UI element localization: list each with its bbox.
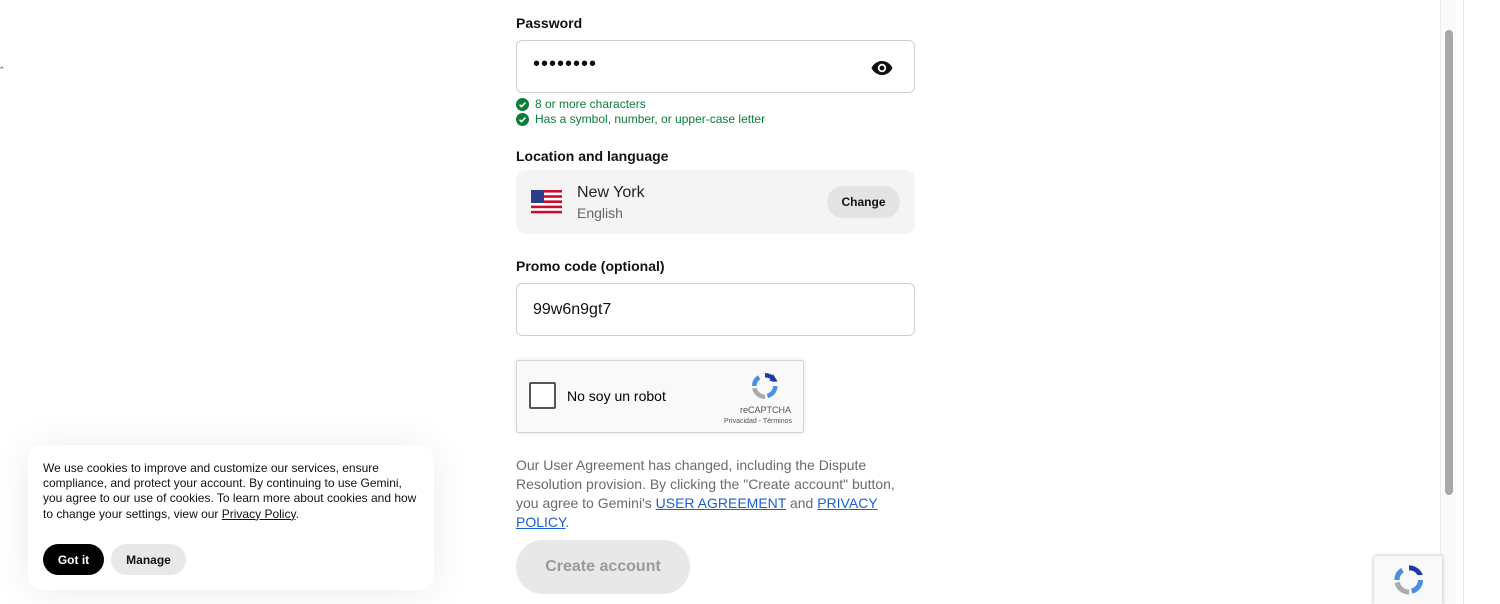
location-label: Location and language [516, 148, 669, 164]
recaptcha-checkbox[interactable] [529, 382, 556, 409]
page-scrollbar[interactable] [1440, 0, 1456, 604]
scrollbar-thumb[interactable] [1445, 30, 1453, 495]
recaptcha-logo-icon [752, 373, 778, 400]
recaptcha-widget: No soy un robot reCAPTCHA Privacidad - T… [516, 360, 804, 433]
password-label: Password [516, 15, 583, 31]
promo-code-value: 99w6n9gt7 [533, 301, 612, 318]
change-location-button[interactable]: Change [827, 186, 900, 218]
promo-code-field[interactable]: 99w6n9gt7 [516, 283, 915, 336]
recaptcha-logo-icon [1394, 565, 1424, 595]
agreement-and: and [786, 495, 818, 511]
recaptcha-label: No soy un robot [567, 388, 666, 404]
user-agreement-notice: Our User Agreement has changed, includin… [516, 456, 911, 532]
password-field[interactable]: •••••••• [516, 40, 915, 93]
location-city: New York [577, 184, 645, 201]
requirement-text: Has a symbol, number, or upper-case lett… [535, 112, 766, 126]
recaptcha-links[interactable]: Privacidad - Términos [724, 418, 792, 425]
requirement-text: 8 or more characters [535, 97, 646, 111]
us-flag-icon [531, 190, 562, 214]
recaptcha-brand: reCAPTCHA [739, 405, 791, 415]
manage-cookies-button[interactable]: Manage [111, 544, 186, 575]
password-value: •••••••• [533, 53, 598, 75]
recaptcha-badge[interactable] [1374, 556, 1442, 604]
check-circle-icon [516, 112, 529, 126]
password-requirement: Has a symbol, number, or upper-case lett… [516, 112, 765, 126]
edge-mark: ‸ [0, 58, 4, 69]
cookie-banner: We use cookies to improve and customize … [28, 445, 434, 590]
cookie-privacy-link[interactable]: Privacy Policy [222, 507, 296, 521]
create-account-button[interactable]: Create account [516, 540, 690, 594]
check-circle-icon [516, 97, 529, 111]
cookie-end: . [295, 506, 299, 521]
promo-label: Promo code (optional) [516, 258, 665, 274]
got-it-button[interactable]: Got it [43, 544, 104, 575]
cookie-text: We use cookies to improve and customize … [43, 461, 418, 522]
password-requirement: 8 or more characters [516, 97, 646, 111]
eye-icon[interactable] [870, 56, 894, 80]
user-agreement-link[interactable]: USER AGREEMENT [656, 495, 786, 511]
divider [1463, 0, 1464, 604]
agreement-end: . [565, 514, 570, 530]
location-language: English [577, 205, 623, 221]
location-card: New York English Change [516, 170, 915, 234]
